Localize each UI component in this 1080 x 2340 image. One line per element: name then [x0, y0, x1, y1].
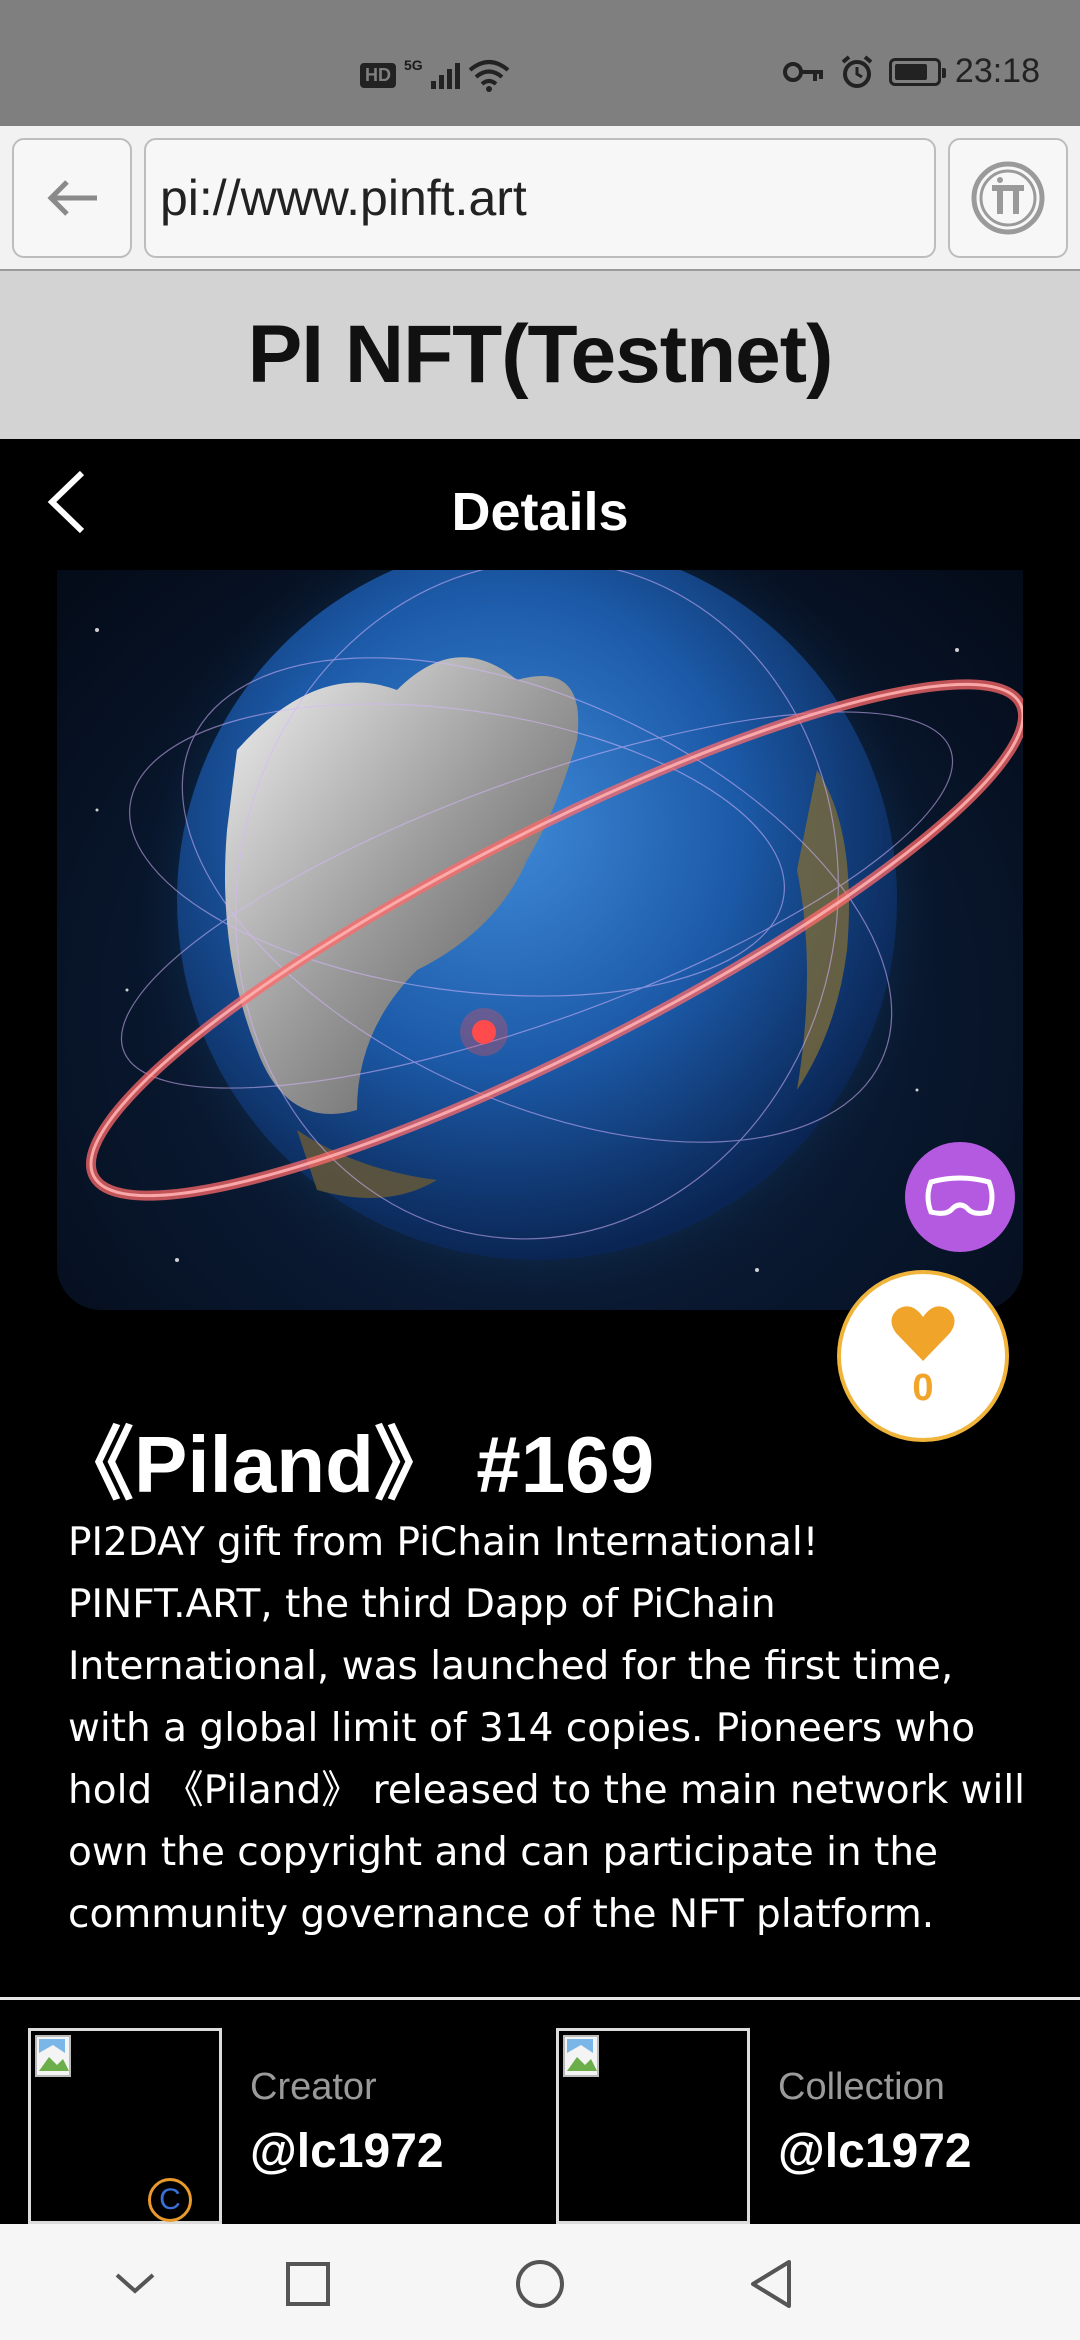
circle-icon: [516, 2260, 564, 2308]
collection-avatar[interactable]: [556, 2028, 750, 2224]
status-bar: HD 5G 23:18: [0, 0, 1080, 126]
creator-name[interactable]: @lc1972: [250, 2124, 444, 2179]
status-right-group: 23:18: [782, 52, 1040, 91]
like-count: 0: [912, 1366, 934, 1409]
triangle-back-icon: [751, 2260, 791, 2308]
nav-recents-button[interactable]: [268, 2244, 348, 2324]
wifi-icon: [468, 60, 509, 92]
system-nav-bar: [0, 2224, 1080, 2340]
browser-toolbar: pi://www.pinft.art: [0, 126, 1080, 271]
nft-description: PI2DAY gift from PiChain International! …: [68, 1520, 1026, 1937]
nft-artwork: [57, 570, 1023, 1310]
vr-headset-icon: [925, 1175, 995, 1216]
broken-image-icon: [563, 2035, 599, 2077]
battery-icon: [888, 57, 946, 86]
pi-logo-icon: [971, 161, 1045, 235]
page-title: Details: [451, 482, 629, 542]
broken-image-icon: [35, 2035, 71, 2077]
alarm-icon: [841, 54, 873, 88]
key-icon: [782, 61, 823, 82]
creator-label: Creator: [250, 2066, 377, 2108]
network-indicators: HD 5G: [360, 57, 510, 92]
pi-browser-button[interactable]: [948, 138, 1068, 258]
clock: 23:18: [954, 52, 1040, 90]
heart-icon: [891, 1305, 955, 1361]
collection-name[interactable]: @lc1972: [778, 2124, 972, 2179]
url-field[interactable]: pi://www.pinft.art: [144, 138, 936, 258]
square-icon: [286, 2262, 330, 2306]
creator-badge: C: [148, 2178, 192, 2222]
nav-back-button[interactable]: [730, 2244, 810, 2324]
site-header: PI NFT(Testnet): [0, 271, 1080, 439]
nft-title: 《Piland》 #169: [54, 1420, 655, 1509]
nav-collapse-button[interactable]: [95, 2244, 175, 2324]
browser-back-button[interactable]: [12, 138, 132, 258]
details-header: Details: [0, 439, 1080, 569]
like-button[interactable]: 0: [837, 1270, 1009, 1442]
planet-artwork: [85, 570, 1023, 1310]
signal-icon: [430, 61, 460, 89]
vr-view-button[interactable]: [905, 1142, 1015, 1252]
site-title: PI NFT(Testnet): [247, 309, 834, 400]
network-type-label: 5G: [404, 57, 423, 73]
section-divider: [0, 1997, 1080, 2000]
creator-avatar[interactable]: [28, 2028, 222, 2224]
nav-home-button[interactable]: [500, 2244, 580, 2324]
hd-badge: HD: [360, 62, 396, 88]
collection-label: Collection: [778, 2066, 945, 2108]
chevron-down-icon: [115, 2273, 155, 2294]
arrow-left-icon: [47, 180, 97, 216]
